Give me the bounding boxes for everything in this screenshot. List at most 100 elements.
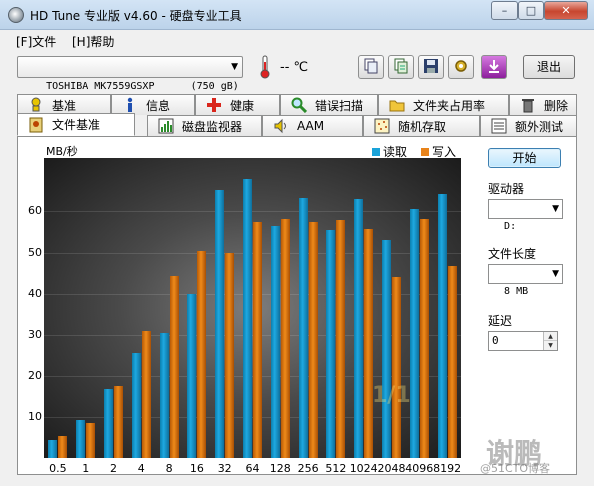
tab-disk-monitor[interactable]: 磁盘监视器 [147,115,262,136]
file-length-label: 文件长度 [488,247,537,261]
tab-health[interactable]: 健康 [195,94,280,115]
tab-error-scan[interactable]: 错误扫描 [280,94,378,115]
bar-read [326,230,336,458]
y-tick-label: 50 [28,245,42,259]
delay-spinner[interactable]: 0 ▲ ▼ [488,331,558,351]
file-benchmark-icon [28,117,44,133]
random-access-icon [374,118,390,134]
bar-write [280,218,290,458]
tab-label: 文件夹占用率 [413,98,486,113]
drive-label: 驱动器 [488,182,525,196]
menu-bar: [F]文件 [H]帮助 [0,30,594,51]
tab-erase[interactable]: 删除 [509,94,577,115]
tab-benchmark[interactable]: 基准 [17,94,111,115]
start-button[interactable]: 开始 [488,148,561,168]
x-tick-label: 4096 [405,462,434,475]
y-tick-label: 60 [28,204,42,218]
copy-text-button[interactable] [388,55,414,79]
bar-write [197,251,207,458]
chevron-down-icon: ▼ [231,62,238,72]
bar-read [437,194,447,458]
bar-read [243,179,252,458]
spin-up-icon[interactable]: ▲ [544,332,557,341]
legend-read-swatch [372,147,380,156]
drive-select-value: TOSHIBA MK7559GSXP (750 gB) [46,81,239,92]
erase-icon [520,97,536,113]
bar-read [48,440,58,458]
delay-value: 0 [492,334,499,347]
bar-read [382,239,391,458]
delay-label: 延迟 [488,314,513,328]
tab-extra-tests[interactable]: 额外测试 [480,115,577,136]
tab-label: 基准 [52,98,77,113]
copy-icon [363,58,379,77]
tab-info[interactable]: 信息 [111,94,195,115]
tab-random-access[interactable]: 随机存取 [363,115,480,136]
x-tick-label: 512 [325,462,347,475]
x-tick-label: 2 [110,462,117,475]
bar-read [159,332,169,458]
maximize-button[interactable]: □ [518,1,544,20]
tab-label: 磁盘监视器 [182,119,243,134]
chevron-down-icon: ▼ [552,204,559,214]
x-tick-label: 128 [269,462,291,475]
chevron-down-icon: ▼ [552,269,559,279]
tab-label: 删除 [544,98,569,113]
minimize-button[interactable]: – [491,1,518,20]
tab-folder-usage[interactable]: 文件夹占用率 [378,94,509,115]
exit-button[interactable]: 退出 [523,55,575,79]
tab-label: 文件基准 [52,118,101,132]
overlay-watermark: 1/1 [372,383,411,408]
bar-write [58,435,68,458]
drive-letter-select[interactable]: D: ▼ [488,199,563,232]
tabs-row-bottom: 文件基准 磁盘监视器 AAM 随机存取 额外测试 [17,113,577,136]
drive-select[interactable]: TOSHIBA MK7559GSXP (750 gB) ▼ [17,56,243,92]
tab-aam[interactable]: AAM [262,115,363,136]
watermark-site: @51CTO博客 [480,462,551,475]
tab-label: 额外测试 [515,119,564,134]
copy-button[interactable] [358,55,384,79]
bar-write [364,228,374,458]
temperature-readout: -- ℃ [280,60,309,75]
save-button[interactable] [418,55,444,79]
bar-write [114,386,123,458]
benchmark-icon [28,97,44,113]
bar-write [141,331,151,458]
tab-label: AAM [297,119,325,133]
y-tick-label: 40 [28,286,42,300]
drive-letter-value: D: [504,221,517,232]
app-icon [8,7,24,23]
bar-write [308,221,318,458]
tabs-row-top: 基准 信息 健康 错误扫描 文件夹占用率 删除 [17,94,577,115]
copy-text-icon [393,58,409,77]
x-tick-label: 64 [245,462,260,475]
spin-down-icon[interactable]: ▼ [544,341,557,350]
y-tick-label: 30 [28,327,42,341]
bar-read [187,293,197,458]
x-tick-label: 1 [82,462,90,475]
settings-icon [453,58,469,77]
bar-read [215,190,225,458]
file-length-select[interactable]: 8 MB ▼ [488,264,563,297]
folder-usage-icon [389,97,405,113]
y-tick-label: 20 [28,368,42,382]
y-axis-label: MB/秒 [46,145,78,158]
y-tick-label: 10 [28,409,42,423]
health-icon [206,97,222,113]
bar-write [86,423,96,458]
bar-write [392,277,401,458]
bar-write [169,275,179,458]
menu-file[interactable]: [F]文件 [16,33,56,50]
download-button[interactable] [481,55,507,79]
bar-read [131,353,141,458]
title-bar: HD Tune 专业版 v4.60 - 硬盘专业工具 – □ ✕ [0,0,594,30]
tab-label: 随机存取 [398,119,447,134]
bar-read [76,419,86,458]
bar-write [419,219,429,458]
close-button[interactable]: ✕ [544,1,588,20]
tab-file-benchmark[interactable]: 文件基准 [17,113,135,136]
file-length-value: 8 MB [504,286,529,297]
options-button[interactable] [448,55,474,79]
menu-help[interactable]: [H]帮助 [72,33,114,50]
bar-write [225,252,235,458]
